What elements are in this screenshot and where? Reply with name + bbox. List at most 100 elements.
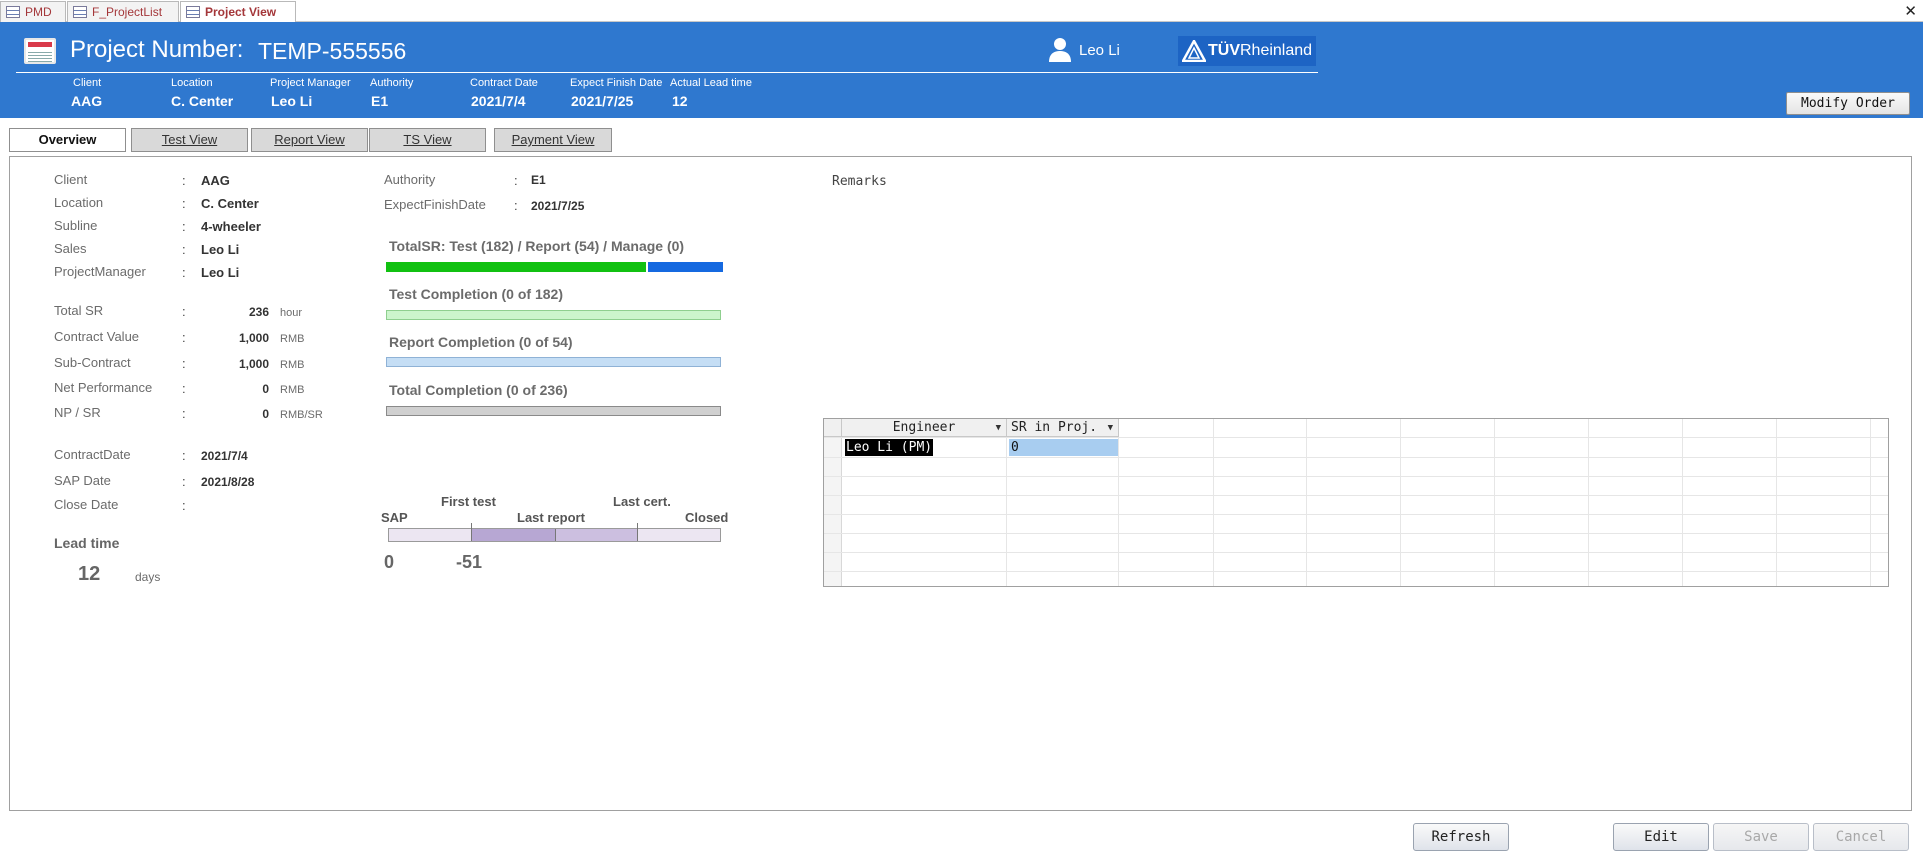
engineer-cell[interactable]: Leo Li (PM) (845, 439, 933, 456)
form-icon (6, 6, 20, 18)
sap-date-label: SAP Date (54, 473, 111, 488)
tab-report-view[interactable]: Report View (251, 128, 368, 152)
timeline-segment-test (471, 529, 555, 541)
np-sr-value: 0 (262, 407, 269, 421)
cancel-button[interactable]: Cancel (1813, 823, 1909, 851)
report-completion-title: Report Completion (0 of 54) (389, 334, 573, 350)
dropdown-arrow-icon[interactable]: ▼ (1108, 419, 1113, 437)
lead-time-unit: days (135, 570, 161, 584)
doc-tab-label: Project View (205, 5, 277, 19)
timeline-value-sap: 0 (384, 552, 395, 572)
authority-value: E1 (531, 173, 546, 187)
colon: : (182, 219, 186, 234)
timeline-bar (388, 523, 721, 542)
form-icon (73, 6, 87, 18)
timeline-segment-report (555, 529, 637, 541)
timeline-last-report-label: Last report (517, 510, 585, 525)
lead-time-value: 12 (78, 563, 101, 585)
net-performance-unit: RMB (280, 384, 305, 396)
sap-date-value: 2021/8/28 (201, 475, 255, 489)
location-label: Location (54, 195, 104, 210)
dropdown-arrow-icon[interactable]: ▼ (996, 419, 1001, 437)
colon: : (182, 356, 186, 371)
timeline-last-cert-label: Last cert. (613, 494, 671, 509)
doc-tab-pmd[interactable]: PMD (0, 1, 66, 22)
contract-value-value: 1,000 (238, 331, 269, 345)
total-completion-bar (386, 406, 721, 416)
colon: : (182, 381, 186, 396)
timeline-value-first-test: -51 (456, 552, 483, 572)
column-header-engineer[interactable]: Engineer ▼ (842, 419, 1007, 437)
colon: : (182, 242, 186, 257)
colon: : (182, 406, 186, 421)
remarks-label: Remarks (832, 174, 887, 189)
tab-test-view[interactable]: Test View (131, 128, 248, 152)
net-performance-value: 0 (262, 382, 269, 396)
save-button[interactable]: Save (1713, 823, 1809, 851)
total-sr-unit: hour (280, 307, 303, 319)
record-selector-column[interactable] (824, 419, 842, 586)
expect-finish-label: ExpectFinishDate (384, 197, 486, 212)
timeline-marker (555, 529, 556, 541)
header-contract-date-label: Contract Date (470, 77, 538, 89)
tab-payment-view[interactable]: Payment View (494, 128, 612, 152)
np-sr-unit: RMB/SR (280, 409, 323, 421)
timeline-marker (637, 523, 638, 541)
edit-button[interactable]: Edit (1613, 823, 1709, 851)
document-tabs-bar: PMD F_ProjectList Project View ✕ (0, 0, 1923, 23)
total-completion-title: Total Completion (0 of 236) (389, 382, 568, 398)
net-performance-label: Net Performance (54, 380, 153, 395)
subline-label: Subline (54, 218, 98, 233)
tab-ts-view[interactable]: TS View (369, 128, 486, 152)
total-sr-label: Total SR (54, 303, 104, 318)
doc-tab-label: PMD (25, 5, 52, 19)
refresh-button[interactable]: Refresh (1413, 823, 1509, 851)
contract-value-unit: RMB (280, 333, 305, 345)
column-header-sr-in-proj[interactable]: SR in Proj. ▼ (1007, 419, 1119, 437)
header-expect-finish-label: Expect Finish Date (570, 77, 663, 89)
logo-text-tuv: TÜV (1208, 42, 1240, 59)
colon: : (514, 173, 518, 188)
tab-overview[interactable]: Overview (9, 128, 126, 152)
colon: : (182, 474, 186, 489)
colon: : (182, 498, 186, 513)
project-manager-label: ProjectManager (54, 264, 146, 279)
timeline-closed-label: Closed (685, 510, 729, 525)
user-name: Leo Li (1079, 42, 1120, 59)
header-client-value: AAG (71, 93, 103, 109)
colon: : (182, 265, 186, 280)
header-location-label: Location (171, 77, 213, 89)
test-sr-segment (386, 262, 646, 272)
contract-value-label: Contract Value (54, 329, 140, 344)
colon: : (182, 304, 186, 319)
contract-date-label: ContractDate (54, 447, 131, 462)
colon: : (514, 198, 518, 213)
column-header-label: SR in Proj. (1011, 420, 1098, 435)
subline-value: 4-wheeler (201, 219, 261, 234)
modify-order-button[interactable]: Modify Order (1786, 92, 1910, 115)
report-completion-bar (386, 357, 721, 367)
close-date-label: Close Date (54, 497, 119, 512)
test-completion-title: Test Completion (0 of 182) (389, 286, 563, 302)
project-number-label: Project Number: (70, 36, 244, 63)
engineer-datasheet[interactable]: Engineer ▼ SR in Proj. ▼ Leo Li (PM) 0 (823, 418, 1889, 587)
doc-tab-projectlist[interactable]: F_ProjectList (67, 1, 179, 22)
form-icon (24, 38, 56, 64)
header-pm-value: Leo Li (271, 93, 313, 109)
close-icon[interactable]: ✕ (1904, 2, 1917, 20)
doc-tab-project-view[interactable]: Project View (180, 1, 296, 23)
sales-label: Sales (54, 241, 87, 256)
lead-time-label: Lead time (54, 535, 120, 551)
logo-triangle-icon (1182, 40, 1206, 62)
tuv-logo: TÜVRheinland (1178, 36, 1316, 66)
sr-in-proj-cell[interactable]: 0 (1009, 439, 1118, 456)
timeline-first-test-label: First test (441, 494, 496, 509)
select-all-corner[interactable] (824, 419, 842, 437)
header-lead-time-value: 12 (672, 93, 688, 109)
project-header: Project Number: TEMP-555556 Leo Li TÜVRh… (0, 22, 1923, 118)
header-authority-value: E1 (371, 93, 389, 109)
user-icon (1049, 38, 1071, 62)
expect-finish-value: 2021/7/25 (531, 199, 585, 213)
project-number-value: TEMP-555556 (258, 38, 407, 64)
sub-contract-label: Sub-Contract (54, 355, 131, 370)
